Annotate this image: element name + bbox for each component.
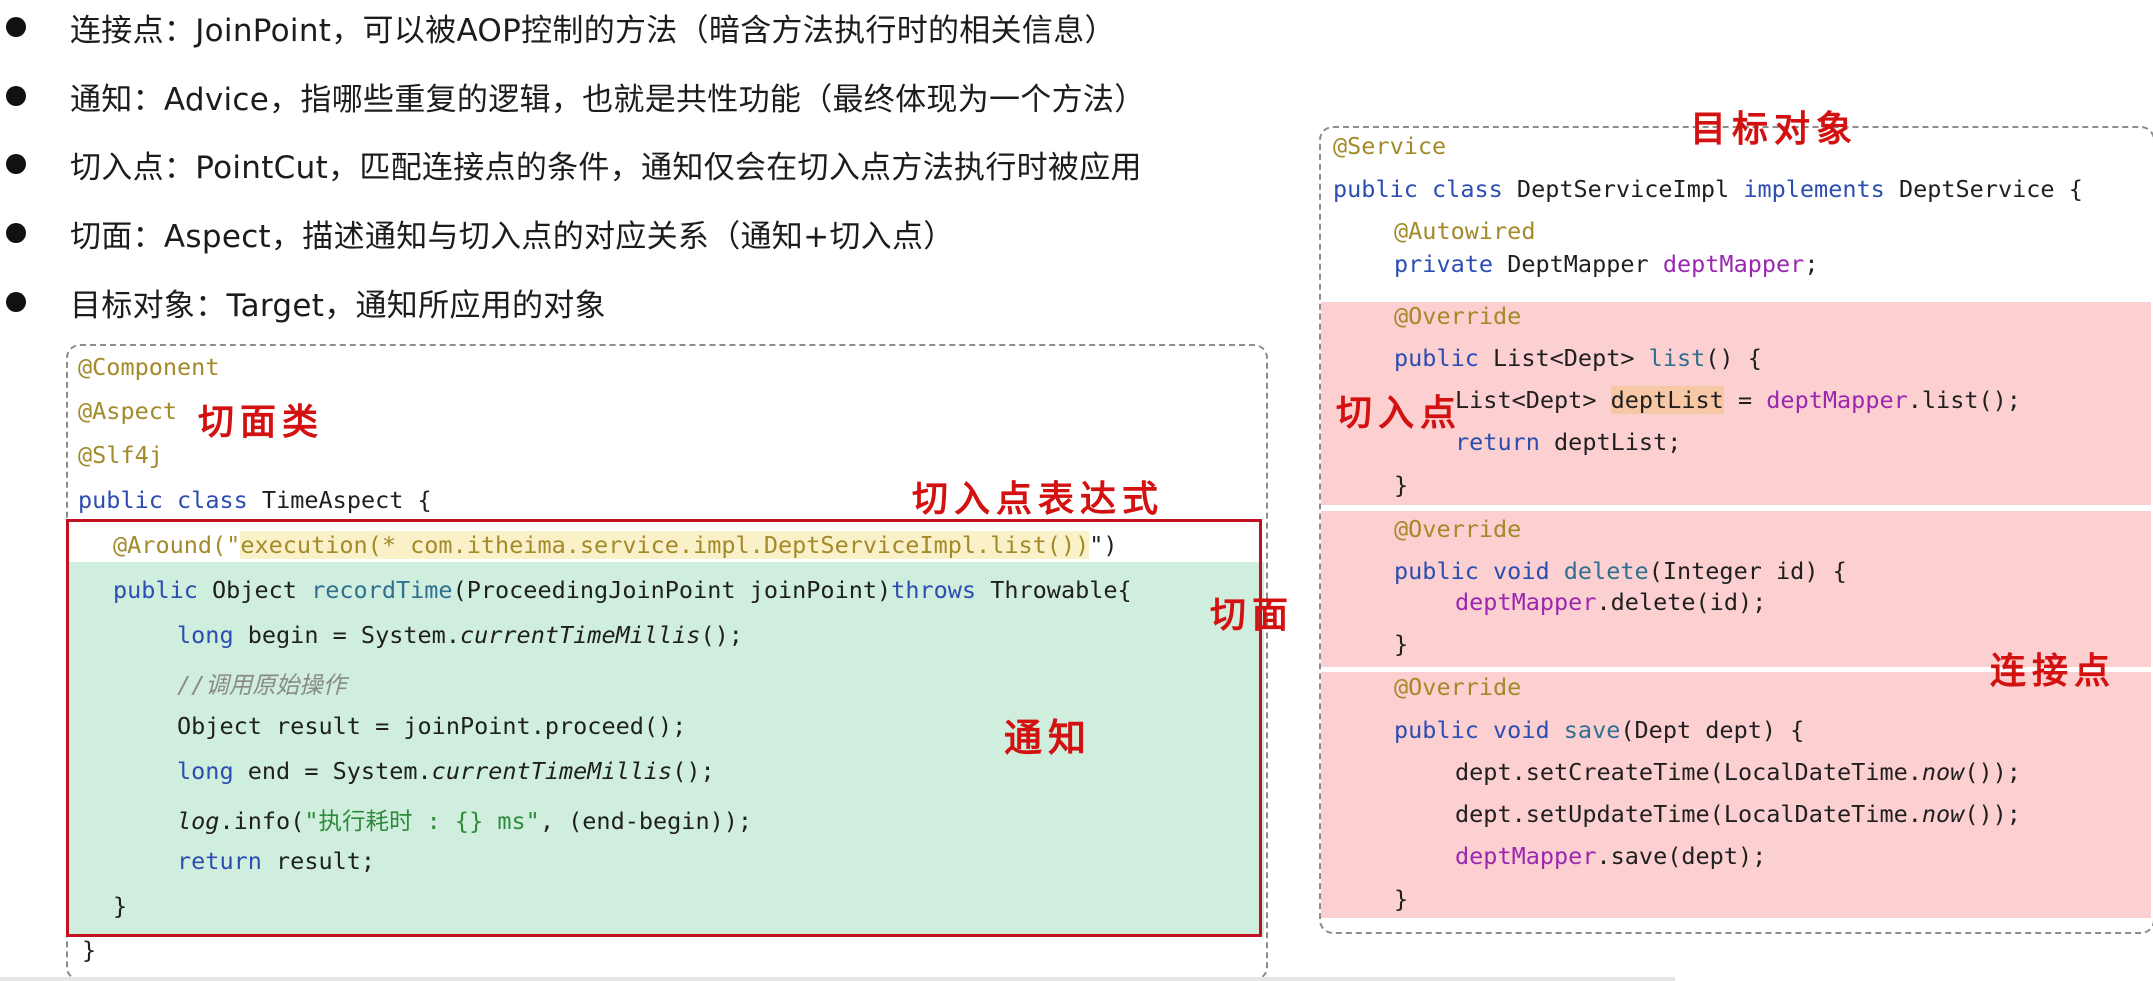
code-line: deptMapper.delete(id); xyxy=(1455,588,1767,616)
bullet-text: 连接点：JoinPoint，可以被AOP控制的方法（暗含方法执行时的相关信息） xyxy=(70,12,1116,49)
code-line: log.info("执行耗时 : {} ms", (end-begin)); xyxy=(177,807,753,835)
code-line: @Override xyxy=(1394,673,1522,701)
pointcut-label: 切入点 xyxy=(1336,392,1463,434)
aspect-class-label: 切面类 xyxy=(198,401,325,443)
highlighted-variable: deptList xyxy=(1610,386,1724,414)
bullet-text: 通知：Advice，指哪些重复的逻辑，也就是共性功能（最终体现为一个方法） xyxy=(70,81,1146,118)
pointcut-expression-label: 切入点表达式 xyxy=(912,478,1165,520)
bullet-dot-icon xyxy=(6,17,26,37)
bullet-dot-icon xyxy=(6,292,26,312)
code-line: } xyxy=(1394,885,1409,913)
pointcut-expression-line: @Around("execution(* com.itheima.service… xyxy=(113,531,1118,559)
divider xyxy=(0,977,1675,981)
code-line: deptMapper.save(dept); xyxy=(1455,842,1767,870)
code-line: @Aspect xyxy=(78,397,178,425)
joinpoint-block-save xyxy=(1321,672,2151,918)
code-line: @Override xyxy=(1394,302,1522,330)
target-label: 目标对象 xyxy=(1690,108,1859,150)
code-line: } xyxy=(113,892,128,920)
code-line: @Slf4j xyxy=(78,441,163,469)
code-line: return deptList; xyxy=(1455,428,1682,456)
code-line: long end = System.currentTimeMillis(); xyxy=(177,757,715,785)
code-line: @Service xyxy=(1333,132,1447,160)
pointcut-expression: execution(* com.itheima.service.impl.Dep… xyxy=(240,531,1090,559)
code-line: public List<Dept> list() { xyxy=(1394,344,1762,372)
code-line: public Object recordTime(ProceedingJoinP… xyxy=(113,576,1132,604)
bullet-text: 目标对象：Target，通知所应用的对象 xyxy=(70,287,606,324)
code-line: public void delete(Integer id) { xyxy=(1394,557,1847,585)
aspect-label: 切面 xyxy=(1210,594,1295,636)
bullet-dot-icon xyxy=(6,223,26,243)
code-line: } xyxy=(1394,471,1409,499)
code-line: @Autowired xyxy=(1394,217,1536,245)
bullet-text: 切面：Aspect，描述通知与切入点的对应关系（通知+切入点） xyxy=(70,218,955,255)
code-line: long begin = System.currentTimeMillis(); xyxy=(177,621,743,649)
code-line: List<Dept> deptList = deptMapper.list(); xyxy=(1455,386,2021,414)
code-line: public class DeptServiceImpl implements … xyxy=(1333,175,2083,203)
bullet-dot-icon xyxy=(6,154,26,174)
code-line: @Override xyxy=(1394,515,1522,543)
bullet-dot-icon xyxy=(6,86,26,106)
code-line: public class TimeAspect { xyxy=(78,486,432,514)
bullet-text: 切入点：PointCut，匹配连接点的条件，通知仅会在切入点方法执行时被应用 xyxy=(70,149,1142,186)
code-line: private DeptMapper deptMapper; xyxy=(1394,250,1819,278)
code-line: Object result = joinPoint.proceed(); xyxy=(177,712,687,740)
code-line: @Component xyxy=(78,353,220,381)
code-line: } xyxy=(1394,630,1409,658)
code-line: dept.setUpdateTime(LocalDateTime.now()); xyxy=(1455,800,2021,828)
advice-label: 通知 xyxy=(1004,715,1093,760)
code-line: } xyxy=(82,936,97,964)
code-line: dept.setCreateTime(LocalDateTime.now()); xyxy=(1455,758,2021,786)
code-comment: //调用原始操作 xyxy=(177,671,347,699)
code-line: return result; xyxy=(177,847,376,875)
code-line: public void save(Dept dept) { xyxy=(1394,716,1805,744)
joinpoint-label: 连接点 xyxy=(1990,650,2117,692)
